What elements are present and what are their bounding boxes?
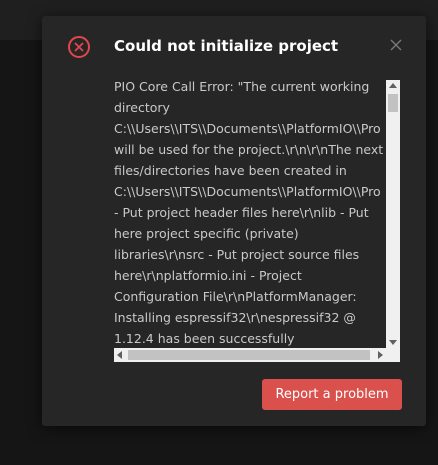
scroll-left-arrow-icon[interactable] xyxy=(117,351,122,359)
message-line: libraries\r\nsrc - Put project source fi… xyxy=(114,247,360,262)
vertical-scroll-thumb[interactable] xyxy=(388,94,398,112)
dialog-title: Could not initialize project xyxy=(114,37,339,55)
message-line: C:\\Users\\ITS\\Documents\\PlatformIO\\P… xyxy=(114,184,381,199)
message-line: C:\\Users\\ITS\\Documents\\PlatformIO\\P… xyxy=(114,121,381,136)
report-problem-button[interactable]: Report a problem xyxy=(262,379,402,410)
message-line: 1.12.4 has been successfully xyxy=(114,331,295,346)
close-icon[interactable] xyxy=(390,36,404,51)
message-line: PIO Core Call Error: "The current workin… xyxy=(114,80,370,94)
error-message-text: PIO Core Call Error: "The current workin… xyxy=(114,80,384,346)
message-line: Installing espressif32\r\nespressif32 @ xyxy=(114,310,356,325)
vertical-scrollbar[interactable] xyxy=(386,80,400,348)
scrollbar-corner xyxy=(386,348,400,362)
error-circle-x-icon xyxy=(68,36,90,58)
message-line: Configuration File\r\nPlatformManager: xyxy=(114,289,357,304)
scroll-up-arrow-icon[interactable] xyxy=(389,83,397,88)
horizontal-scrollbar[interactable] xyxy=(114,348,386,362)
message-line: here\r\nplatformio.ini - Project xyxy=(114,268,302,283)
horizontal-scroll-thumb[interactable] xyxy=(128,350,370,360)
scroll-right-arrow-icon[interactable] xyxy=(378,351,383,359)
message-line: files/directories have been created in xyxy=(114,163,347,178)
scroll-down-arrow-icon[interactable] xyxy=(389,340,397,345)
message-line: directory xyxy=(114,100,170,115)
message-line: will be used for the project.\r\n\r\nThe… xyxy=(114,142,384,157)
message-line: - Put project header files here\r\nlib -… xyxy=(114,205,369,220)
message-line: here project specific (private) xyxy=(114,226,299,241)
error-message-box[interactable]: PIO Core Call Error: "The current workin… xyxy=(114,80,400,362)
error-dialog: Could not initialize project PIO Core Ca… xyxy=(42,16,426,426)
